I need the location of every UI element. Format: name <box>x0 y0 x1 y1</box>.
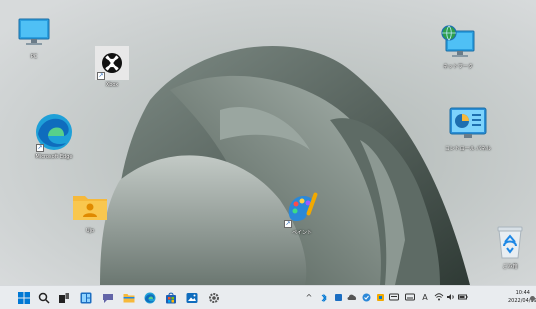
shortcut-arrow-icon: ↗ <box>97 72 105 80</box>
desktop-icon-label: ネットワーク <box>442 64 473 70</box>
desktop-icon-user-folder[interactable]: Ujo <box>58 186 122 246</box>
tray-app-2-icon[interactable] <box>375 293 385 303</box>
network-icon <box>438 22 478 62</box>
desktop-icon-pc[interactable]: PC <box>2 12 66 72</box>
desktop-icon-label: Microsoft Edge <box>35 154 73 160</box>
tray-app-icon[interactable] <box>333 293 343 303</box>
desktop-icon-control-panel[interactable]: コントロール パネル <box>436 104 500 164</box>
start-icon[interactable] <box>17 291 30 304</box>
clock-date: 2022/04/19 <box>508 298 536 304</box>
shortcut-arrow-icon: ↗ <box>284 220 292 228</box>
desktop-icon-recycle-bin[interactable]: ごみ箱 <box>478 222 536 282</box>
desktop-icon-label: ごみ箱 <box>502 264 518 270</box>
store-icon[interactable] <box>164 291 177 304</box>
task-view-icon[interactable] <box>57 291 70 304</box>
desktop-icon-label: ペイント <box>291 230 312 236</box>
desktop-icon-paint[interactable]: ↗ ペイント <box>270 188 334 248</box>
desktop-icon-label: Xbox <box>105 82 119 88</box>
touch-keyboard-icon[interactable] <box>405 293 415 303</box>
notification-dot-icon[interactable] <box>530 296 535 301</box>
chat-icon[interactable] <box>101 291 114 304</box>
file-explorer-icon[interactable] <box>122 291 135 304</box>
widgets-icon[interactable] <box>79 291 92 304</box>
settings-icon[interactable] <box>207 291 220 304</box>
desktop-icon-network[interactable]: ネットワーク <box>426 22 490 82</box>
keyboard-icon[interactable] <box>389 293 399 303</box>
ime-mode-indicator[interactable]: A <box>421 293 429 303</box>
shortcut-arrow-icon: ↗ <box>36 144 44 152</box>
monitor-icon <box>14 12 54 52</box>
clock[interactable]: 10:44 2022/04/19 <box>508 289 536 305</box>
user-folder-icon <box>70 186 110 226</box>
clock-time: 10:44 <box>515 290 530 296</box>
desktop-icon-edge[interactable]: ↗ Microsoft Edge <box>22 112 86 172</box>
paint-icon: ↗ <box>282 188 322 228</box>
volume-icon[interactable] <box>446 293 456 303</box>
desktop-icon-label: PC <box>30 54 38 60</box>
recycle-bin-icon <box>490 222 530 262</box>
show-hidden-icons-chevron[interactable]: ^ <box>305 293 313 303</box>
wifi-icon[interactable] <box>434 293 444 303</box>
bluetooth-icon[interactable] <box>319 293 329 303</box>
control-panel-icon <box>448 104 488 144</box>
search-icon[interactable] <box>37 291 50 304</box>
xbox-icon: ↗ <box>95 46 129 80</box>
edge-icon: ↗ <box>34 112 74 152</box>
cloud-icon[interactable] <box>347 293 357 303</box>
taskbar: ^ A 10:44 2022/04/19 <box>0 285 536 309</box>
photos-icon[interactable] <box>185 291 198 304</box>
battery-icon[interactable] <box>458 293 468 303</box>
security-icon[interactable] <box>361 293 371 303</box>
desktop-icon-xbox[interactable]: ↗ Xbox <box>80 46 144 106</box>
edge-icon[interactable] <box>143 291 156 304</box>
desktop-icon-label: Ujo <box>85 228 95 234</box>
desktop-icon-label: コントロール パネル <box>444 146 492 152</box>
